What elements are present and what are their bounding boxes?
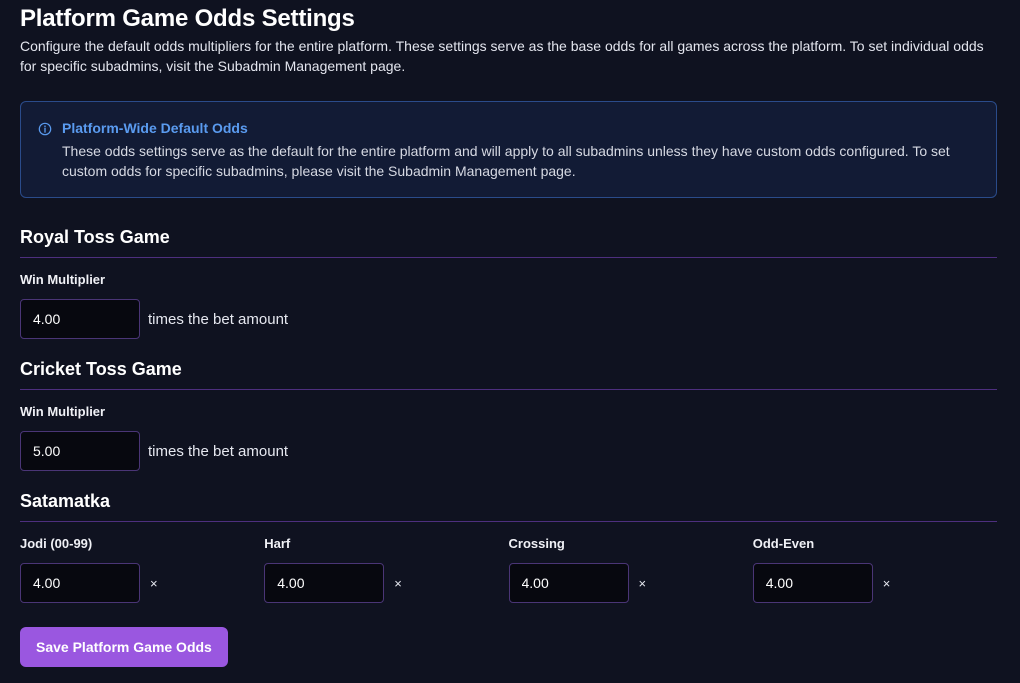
cricket-toss-multiplier-input[interactable] xyxy=(20,431,140,471)
page-title: Platform Game Odds Settings xyxy=(20,5,355,32)
cricket-toss-section: Cricket Toss Game Win Multiplier times t… xyxy=(20,358,997,471)
info-circle-icon xyxy=(38,122,52,136)
royal-toss-multiplier-label: Win Multiplier xyxy=(20,272,106,287)
odd-even-input[interactable] xyxy=(752,563,873,603)
harf-input[interactable] xyxy=(264,563,385,603)
royal-toss-suffix: times the bet amount xyxy=(148,310,289,328)
info-callout: Platform-Wide Default Odds These odds se… xyxy=(20,101,997,198)
odd-even-multiplier-sign: × xyxy=(882,575,891,591)
jodi-multiplier-sign: × xyxy=(150,575,158,591)
jodi-label: Jodi (00-99) xyxy=(20,536,93,551)
royal-toss-section: Royal Toss Game Win Multiplier times the… xyxy=(20,226,997,339)
save-platform-odds-button[interactable]: Save Platform Game Odds xyxy=(20,627,228,667)
satamatka-field-jodi: Jodi (00-99) × xyxy=(20,522,264,603)
section-title-satamatka: Satamatka xyxy=(20,490,997,522)
info-text: These odds settings serve as the default… xyxy=(62,143,950,179)
section-title-royal-toss: Royal Toss Game xyxy=(20,226,997,258)
harf-multiplier-sign: × xyxy=(394,575,402,591)
jodi-input[interactable] xyxy=(20,563,140,603)
page-description: Configure the default odds multipliers f… xyxy=(20,38,984,74)
harf-label: Harf xyxy=(264,536,291,551)
crossing-label: Crossing xyxy=(508,536,565,551)
odd-even-label: Odd-Even xyxy=(752,536,815,551)
settings-page: Platform Game Odds Settings Configure th… xyxy=(0,0,1020,683)
cricket-toss-multiplier-label: Win Multiplier xyxy=(20,404,106,419)
satamatka-field-crossing: Crossing × xyxy=(508,522,753,603)
satamatka-field-odd-even: Odd-Even × xyxy=(752,522,997,603)
cricket-toss-suffix: times the bet amount xyxy=(148,442,289,460)
royal-toss-multiplier-input[interactable] xyxy=(20,299,140,339)
crossing-input[interactable] xyxy=(508,563,629,603)
section-title-cricket-toss: Cricket Toss Game xyxy=(20,358,997,390)
satamatka-section: Satamatka Jodi (00-99) × Harf × Crossing xyxy=(20,490,997,603)
crossing-multiplier-sign: × xyxy=(638,575,647,591)
info-title: Platform-Wide Default Odds xyxy=(62,120,248,136)
satamatka-field-harf: Harf × xyxy=(264,522,508,603)
